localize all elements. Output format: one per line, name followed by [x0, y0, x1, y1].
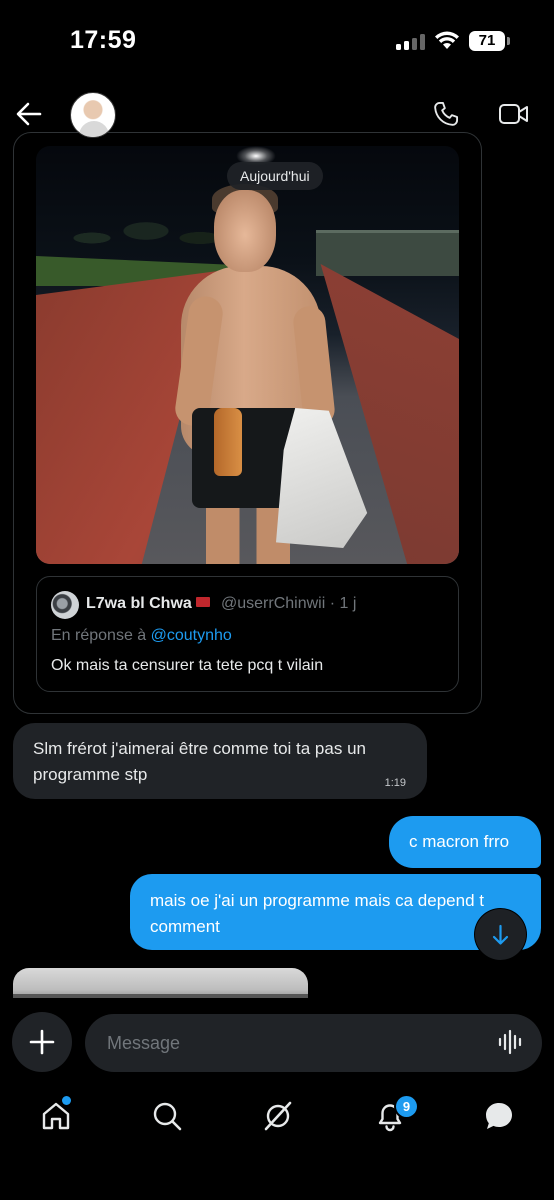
photo-building — [316, 230, 459, 276]
photo-trees — [56, 196, 236, 266]
message-input[interactable]: Message — [85, 1014, 542, 1072]
bottle — [214, 408, 242, 476]
back-arrow-icon[interactable] — [14, 100, 44, 128]
morocco-flag-icon — [195, 597, 210, 607]
status-time: 17:59 — [70, 26, 137, 54]
quote-text: Ok mais ta censurer ta tete pcq t vilain — [51, 657, 324, 674]
plastic-bag — [276, 408, 368, 548]
message-timestamp: 1:19 — [384, 777, 406, 789]
plus-icon — [29, 1029, 55, 1055]
add-attachment-button[interactable] — [12, 1012, 72, 1072]
quoted-post[interactable]: L7wa bl Chwa @userrChinwii · 1 j En répo… — [36, 576, 459, 692]
wifi-icon — [435, 31, 459, 49]
search-icon[interactable] — [151, 1100, 183, 1132]
bottom-navigation — [0, 1088, 554, 1148]
received-message-text: Slm frérot j'aimerai être comme toi ta p… — [33, 739, 366, 784]
arrow-down-icon — [492, 924, 509, 945]
home-unread-dot — [62, 1096, 71, 1105]
video-camera-icon[interactable] — [498, 102, 530, 126]
contact-avatar[interactable] — [70, 92, 116, 138]
date-separator: Aujourd'hui — [227, 162, 323, 190]
post-photo[interactable] — [36, 146, 459, 564]
scroll-to-bottom-button[interactable] — [475, 909, 526, 960]
messages-icon[interactable] — [483, 1100, 515, 1132]
quote-author-name[interactable]: L7wa bl Chwa — [86, 595, 210, 613]
grok-icon[interactable] — [262, 1100, 294, 1132]
person-head — [214, 190, 276, 272]
received-message-bubble[interactable]: Slm frérot j'aimerai être comme toi ta p… — [13, 723, 427, 799]
quote-reply-line: En réponse à @coutynho — [51, 627, 232, 645]
quote-author-name-text: L7wa bl Chwa — [86, 595, 192, 612]
cellular-signal-icon — [396, 34, 426, 50]
battery-indicator: 71 — [469, 31, 505, 51]
phone-icon[interactable] — [432, 100, 460, 128]
reply-prefix: En réponse à — [51, 627, 147, 644]
voice-message-icon[interactable] — [497, 1028, 525, 1056]
sent-message-bubble[interactable]: c macron frro — [389, 816, 541, 868]
notifications-badge: 9 — [396, 1096, 417, 1117]
status-bar: 17:59 71 — [0, 0, 554, 80]
quote-author-avatar[interactable] — [51, 591, 79, 619]
reply-mention-link[interactable]: @coutynho — [151, 627, 232, 644]
chat-header — [0, 82, 554, 146]
quote-handle-time: @userrChinwii · 1 j — [221, 595, 357, 612]
battery-cap — [507, 37, 510, 45]
